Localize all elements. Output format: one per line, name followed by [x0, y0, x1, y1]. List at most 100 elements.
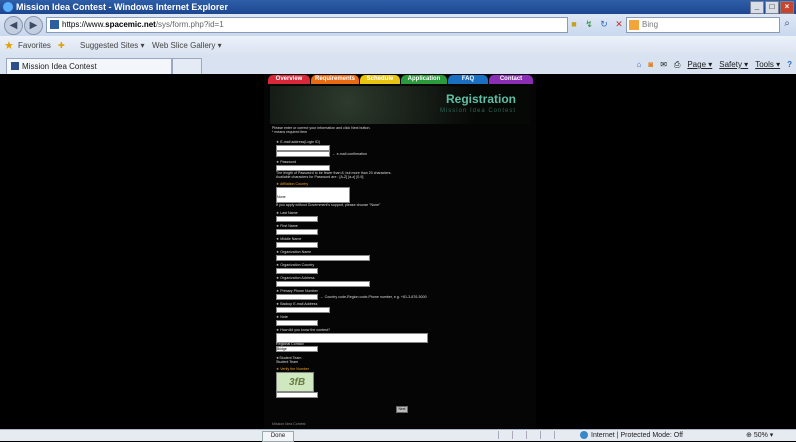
- country-note: If you apply without Government's suppor…: [276, 203, 381, 207]
- next-button[interactable]: Next: [396, 406, 408, 413]
- address-input[interactable]: https://www.spacemic.net/sys/form.php?id…: [46, 17, 568, 33]
- bing-icon: [629, 20, 639, 30]
- security-zone[interactable]: Internet | Protected Mode: Off: [580, 430, 683, 441]
- print-icon[interactable]: ⎙: [674, 58, 680, 72]
- phone-note: ← Country code-Region code-Phone number,…: [320, 295, 427, 299]
- feeds-icon[interactable]: ◙: [648, 58, 653, 72]
- status-bar: Done Internet | Protected Mode: Off ⊕ 50…: [0, 429, 796, 442]
- help-icon[interactable]: ?: [787, 58, 792, 72]
- safety-menu[interactable]: Safety ▾: [719, 58, 748, 72]
- verify-label: ★ Verify the Number: [276, 367, 309, 371]
- address-actions: ■ ↯ ↻ ✕: [568, 17, 625, 31]
- web-slice-link[interactable]: Web Slice Gallery ▾: [152, 36, 222, 56]
- nav-application[interactable]: Application: [401, 75, 447, 84]
- status-segment: [540, 431, 553, 439]
- email-confirm-field[interactable]: [276, 151, 330, 157]
- middle-name-label: ★ Middle Name: [276, 237, 302, 241]
- zoom-value: 50%: [753, 432, 768, 439]
- status-segment: [526, 431, 539, 439]
- org-name-field[interactable]: [276, 255, 370, 261]
- search-input[interactable]: Bing: [626, 17, 780, 33]
- last-name-field[interactable]: [276, 216, 318, 222]
- site-nav: Overview Requirements Schedule Applicati…: [268, 75, 533, 84]
- captcha-field[interactable]: [276, 392, 318, 398]
- footer-label: Mission Idea Contest: [272, 422, 306, 426]
- status-done: Done: [262, 431, 294, 442]
- country-value: None: [277, 195, 286, 199]
- page-subtitle: Mission Idea Contest: [439, 108, 516, 114]
- lock-icon[interactable]: ■: [568, 17, 580, 31]
- back-button[interactable]: ◀: [4, 16, 23, 35]
- new-tab-button[interactable]: [172, 58, 202, 74]
- registration-page: Overview Requirements Schedule Applicati…: [264, 74, 536, 429]
- compat-icon[interactable]: ↯: [583, 17, 595, 31]
- favorites-bar: ★ Favorites ✚ Suggested Sites ▾ Web Slic…: [0, 36, 796, 56]
- mail-icon[interactable]: ✉: [660, 58, 667, 72]
- search-placeholder: Bing: [642, 20, 659, 29]
- org-name-label: ★ Organization Name: [276, 250, 312, 254]
- org-address-label: ★ Organization Address: [276, 276, 315, 280]
- nav-requirements[interactable]: Requirements: [311, 75, 359, 84]
- url-domain: spacemic.net: [105, 20, 156, 29]
- required-note: * means required item: [272, 130, 308, 134]
- search-icon[interactable]: ⌕: [780, 17, 794, 31]
- student-option[interactable]: Student Team: [276, 360, 298, 364]
- country-label: ★ Affiliation Country: [276, 182, 309, 186]
- first-name-field[interactable]: [276, 229, 318, 235]
- home-icon[interactable]: ⌂: [637, 58, 642, 72]
- close-button[interactable]: ×: [780, 1, 794, 14]
- add-favorite-icon[interactable]: ✚: [58, 36, 65, 56]
- zoom-level[interactable]: ⊕ 50% ▾: [746, 430, 773, 441]
- favorites-button[interactable]: Favorites: [18, 36, 51, 56]
- tab-mission-idea[interactable]: Mission Idea Contest: [6, 58, 172, 74]
- zone-text: Internet | Protected Mode: Off: [591, 432, 683, 439]
- region-select[interactable]: Bridge: [276, 346, 318, 352]
- phone-field[interactable]: [276, 294, 318, 300]
- ie-logo-icon: [3, 2, 13, 12]
- url-suffix: /sys/form.php?id=1: [155, 20, 224, 29]
- nav-schedule[interactable]: Schedule: [360, 75, 400, 84]
- stop-icon[interactable]: ✕: [613, 17, 625, 31]
- window-title: Mission Idea Contest - Windows Internet …: [16, 2, 228, 12]
- url-prefix: https://www.: [62, 20, 106, 29]
- status-segment: [554, 431, 567, 439]
- note-field[interactable]: [276, 320, 318, 326]
- captcha-text: 3fB: [289, 377, 306, 388]
- org-address-field[interactable]: [276, 281, 370, 287]
- page-viewport: Overview Requirements Schedule Applicati…: [0, 74, 796, 429]
- page-menu[interactable]: Page ▾: [687, 58, 712, 72]
- country-select[interactable]: [276, 187, 350, 203]
- first-name-label: ★ First Name: [276, 224, 298, 228]
- last-name-label: ★ Last Name: [276, 211, 298, 215]
- globe-icon: [580, 431, 588, 440]
- tab-favicon-icon: [11, 62, 19, 70]
- org-country-label: ★ Organization Country: [276, 263, 315, 267]
- site-favicon-icon: [50, 20, 59, 29]
- backup-email-field[interactable]: [276, 307, 330, 313]
- suggested-sites-link[interactable]: Suggested Sites ▾: [80, 36, 145, 56]
- refresh-icon[interactable]: ↻: [598, 17, 610, 31]
- middle-name-field[interactable]: [276, 242, 318, 248]
- how-label: ★ How did you know the contest?: [276, 328, 330, 332]
- nav-faq[interactable]: FAQ: [448, 75, 488, 84]
- nav-contact[interactable]: Contact: [489, 75, 533, 84]
- status-segment: [512, 431, 525, 439]
- forward-button[interactable]: ▶: [24, 16, 43, 35]
- maximize-button[interactable]: □: [765, 1, 779, 14]
- minimize-button[interactable]: _: [750, 1, 764, 14]
- address-bar-row: ◀ ▶ https://www.spacemic.net/sys/form.ph…: [0, 14, 796, 36]
- captcha-image: 3fB: [276, 372, 314, 392]
- favorites-star-icon[interactable]: ★: [4, 36, 14, 56]
- password-label: ★ Password: [276, 160, 296, 164]
- nav-overview[interactable]: Overview: [268, 75, 310, 84]
- window-controls: _ □ ×: [750, 1, 794, 14]
- phone-label: ★ Primary Phone Number: [276, 289, 318, 293]
- note-label: ★ Note: [276, 315, 288, 319]
- tab-bar: Mission Idea Contest ⌂ ◙ ✉ ⎙ Page ▾ Safe…: [0, 56, 796, 75]
- email-label: ★ E-mail address(Login ID): [276, 140, 320, 144]
- org-country-field[interactable]: [276, 268, 318, 274]
- command-bar: ⌂ ◙ ✉ ⎙ Page ▾ Safety ▾ Tools ▾ ?: [637, 58, 792, 72]
- tools-menu[interactable]: Tools ▾: [755, 58, 780, 72]
- password-note-2: Available characters for Password are : …: [276, 175, 364, 179]
- email-confirm-note: ← e-mail confirmation: [332, 152, 367, 156]
